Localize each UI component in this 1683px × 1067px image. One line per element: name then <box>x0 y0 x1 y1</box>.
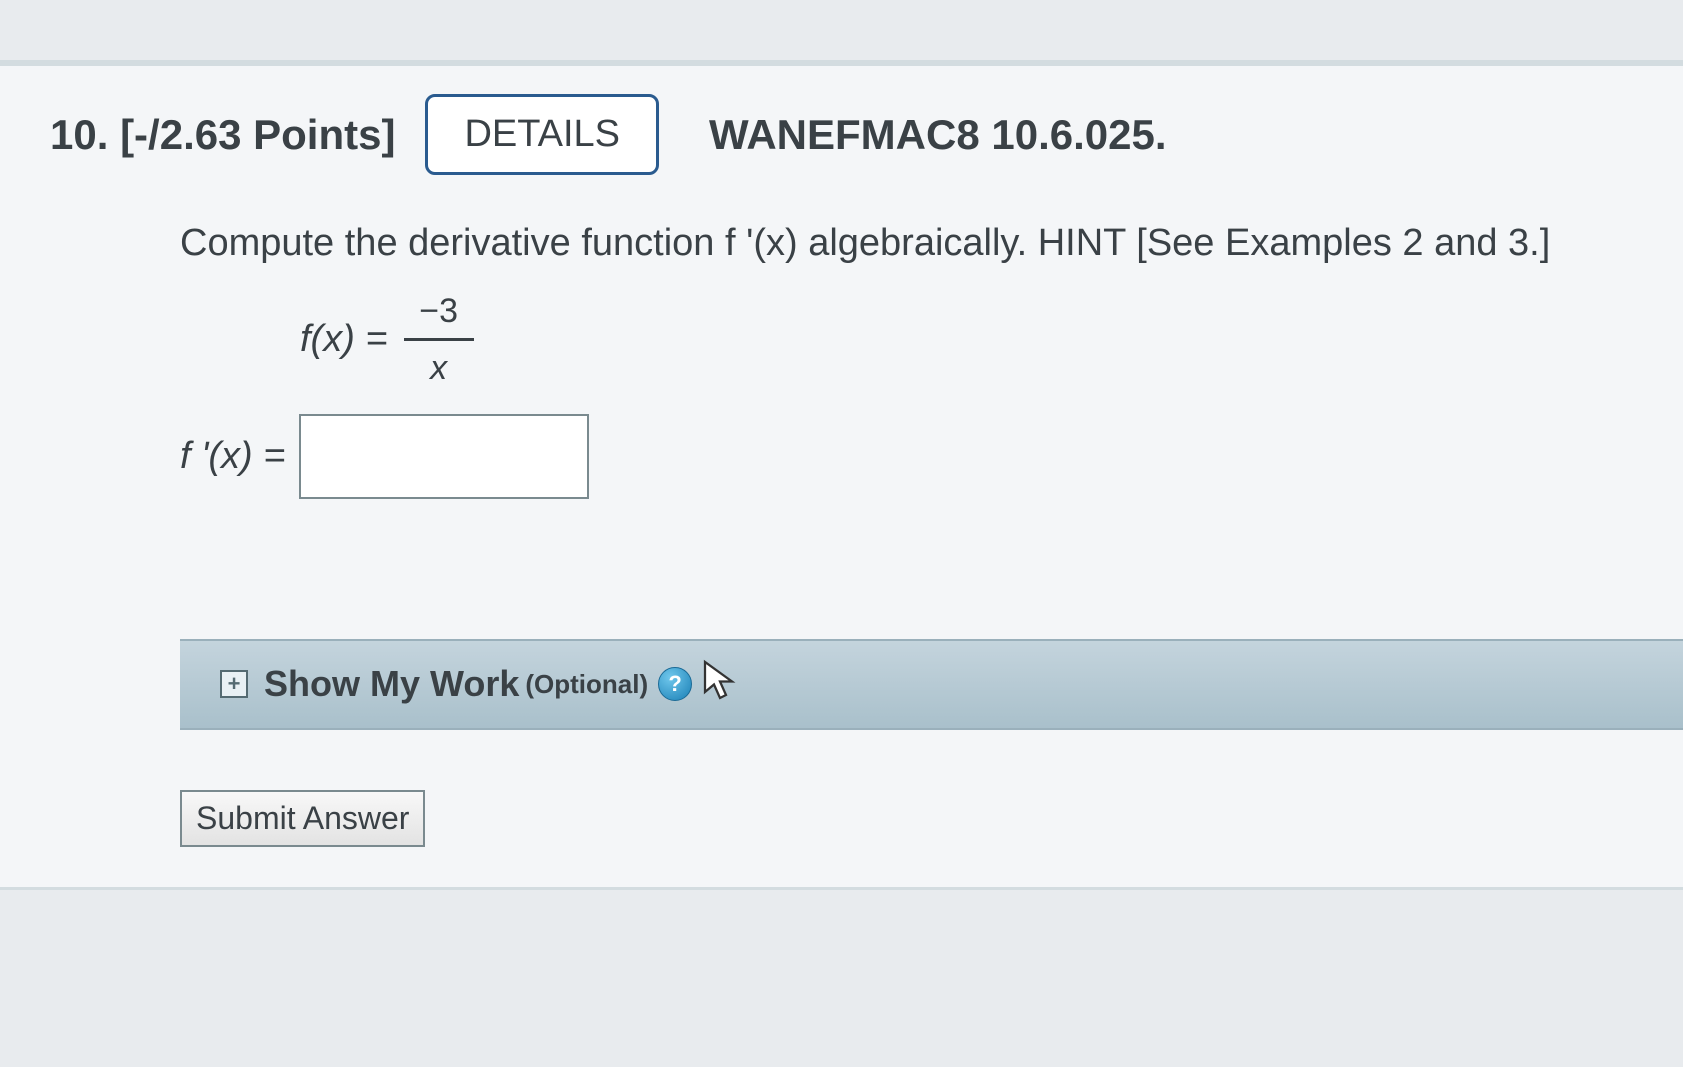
question-reference: WANEFMAC8 10.6.025. <box>709 111 1167 159</box>
prompt-text: Compute the derivative function f '(x) a… <box>180 213 1633 274</box>
question-body: Compute the derivative function f '(x) a… <box>0 203 1683 569</box>
question-points: [-/2.63 Points] <box>120 111 395 158</box>
question-index: 10. <box>50 111 108 158</box>
function-display: f(x) = −3 x <box>300 284 1633 396</box>
question-container: 10. [-/2.63 Points] DETAILS WANEFMAC8 10… <box>0 60 1683 890</box>
submit-answer-button[interactable]: Submit Answer <box>180 790 425 847</box>
answer-row: f '(x) = <box>180 414 1633 499</box>
show-my-work-bar[interactable]: + Show My Work (Optional) ? <box>180 639 1683 730</box>
help-icon[interactable]: ? <box>658 667 692 701</box>
show-work-label: Show My Work <box>264 663 519 705</box>
function-label: f(x) = <box>300 309 388 370</box>
details-button[interactable]: DETAILS <box>425 94 659 175</box>
fraction-denominator: x <box>424 341 453 395</box>
show-work-optional: (Optional) <box>525 669 648 700</box>
question-number: 10. [-/2.63 Points] <box>50 111 395 159</box>
answer-label: f '(x) = <box>180 426 285 487</box>
fraction: −3 x <box>404 284 474 396</box>
question-header: 10. [-/2.63 Points] DETAILS WANEFMAC8 10… <box>0 66 1683 203</box>
prompt-hint: HINT [See Examples 2 and 3.] <box>1038 222 1551 264</box>
prompt-main: Compute the derivative function f '(x) a… <box>180 222 1038 264</box>
cursor-icon <box>702 659 738 710</box>
answer-input[interactable] <box>299 414 589 499</box>
submit-row: Submit Answer <box>0 730 1683 887</box>
fraction-numerator: −3 <box>413 284 464 338</box>
plus-icon: + <box>220 670 248 698</box>
